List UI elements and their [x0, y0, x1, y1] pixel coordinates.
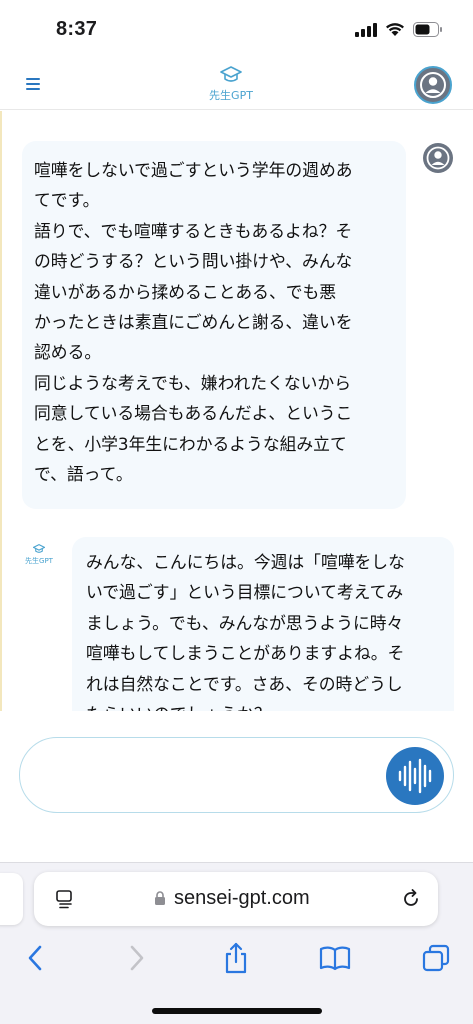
user-message-line: で、語って。: [34, 464, 133, 485]
assistant-message-line: 喧嘩もしてしまうことがありますよね。そ: [86, 643, 405, 664]
back-button[interactable]: [18, 941, 52, 975]
logo-text: 先生GPT: [209, 89, 253, 102]
assistant-avatar: 先生GPT: [24, 539, 54, 566]
graduation-cap-icon: [220, 66, 242, 82]
user-message-line: 語りで、でも喧嘩するときもあるよね？そ: [34, 220, 353, 241]
chevron-left-icon: [28, 945, 42, 971]
user-message-line: の時どうする？という問い掛けや、みんな: [34, 251, 353, 272]
voice-input-button[interactable]: [386, 747, 444, 805]
tabs-icon: [422, 944, 450, 972]
url-display[interactable]: sensei-gpt.com: [154, 887, 310, 910]
home-indicator: [152, 1008, 322, 1014]
chat-area: 喧嘩をしないで過ごすという学年の週めあ てです。 語りで、でも喧嘩するときもある…: [0, 111, 473, 711]
user-message-line: 同意している場合もあるんだよ、というこ: [34, 403, 353, 424]
user-message-bubble: 喧嘩をしないで過ごすという学年の週めあ てです。 語りで、でも喧嘩するときもある…: [22, 141, 406, 509]
lock-icon: [155, 891, 165, 905]
status-bar: 8:37: [0, 0, 473, 60]
user-message-line: とを、小学3年生にわかるような組み立て: [34, 433, 347, 454]
profile-button[interactable]: [414, 66, 452, 104]
reload-icon: [404, 889, 418, 906]
wifi-icon: [386, 23, 404, 36]
assistant-logo-text: 先生GPT: [25, 557, 53, 565]
assistant-message-line: たらいいのでしょうか？: [86, 699, 440, 711]
message-input[interactable]: [44, 758, 374, 792]
message-composer: [19, 737, 454, 813]
menu-button[interactable]: [24, 74, 44, 94]
app-logo: 先生GPT: [199, 66, 263, 103]
cellular-signal-icon: [355, 22, 377, 37]
status-icons: [355, 22, 443, 37]
user-message-line: 認める。: [34, 342, 102, 363]
page-menu-button[interactable]: [54, 888, 76, 910]
hamburger-icon: [26, 78, 40, 90]
bookmarks-button[interactable]: [318, 941, 352, 975]
assistant-message-line: いで過ごす」という目標について考えてみ: [86, 582, 404, 603]
assistant-message-line: れは自然なことです。さあ、その時どうし: [86, 673, 403, 694]
previous-tab-preview[interactable]: [0, 873, 23, 925]
battery-icon: [413, 22, 442, 37]
app-header: 先生GPT: [0, 60, 473, 110]
tabs-button[interactable]: [419, 941, 453, 975]
user-message-line: 喧嘩をしないで過ごすという学年の週めあ: [34, 160, 353, 180]
user-message-line: かったときは素直にごめんと謝る、違いを: [34, 312, 353, 333]
assistant-message-line: ましょう。でも、みんなが思うように時々: [86, 612, 404, 633]
status-time: 8:37: [56, 18, 98, 40]
book-icon: [319, 946, 351, 971]
url-text: sensei-gpt.com: [174, 887, 310, 909]
reload-button[interactable]: [400, 888, 422, 910]
page-settings-icon: [56, 890, 72, 909]
user-message-line: 同じような考えでも、嫌われたくないから: [34, 372, 351, 393]
user-message-line: 違いがあるから揉めることある、でも悪: [34, 281, 337, 302]
share-icon: [225, 942, 247, 974]
share-button[interactable]: [219, 941, 253, 975]
graduation-cap-icon: [32, 544, 46, 553]
user-avatar: [423, 143, 453, 173]
user-avatar-icon: [420, 72, 446, 98]
browser-toolbar: sensei-gpt.com: [0, 862, 473, 1024]
forward-button[interactable]: [120, 941, 154, 975]
assistant-message-bubble: みんな、こんにちは。今週は「喧嘩をしな いで過ごす」という目標について考えてみ …: [72, 537, 454, 711]
user-message-line: てです。: [34, 190, 100, 211]
user-avatar-icon: [426, 146, 450, 170]
address-bar[interactable]: sensei-gpt.com: [34, 872, 438, 926]
assistant-message-line: みんな、こんにちは。今週は「喧嘩をしな: [86, 552, 405, 572]
chevron-right-icon: [130, 945, 144, 971]
voice-waveform-icon: [398, 758, 432, 794]
